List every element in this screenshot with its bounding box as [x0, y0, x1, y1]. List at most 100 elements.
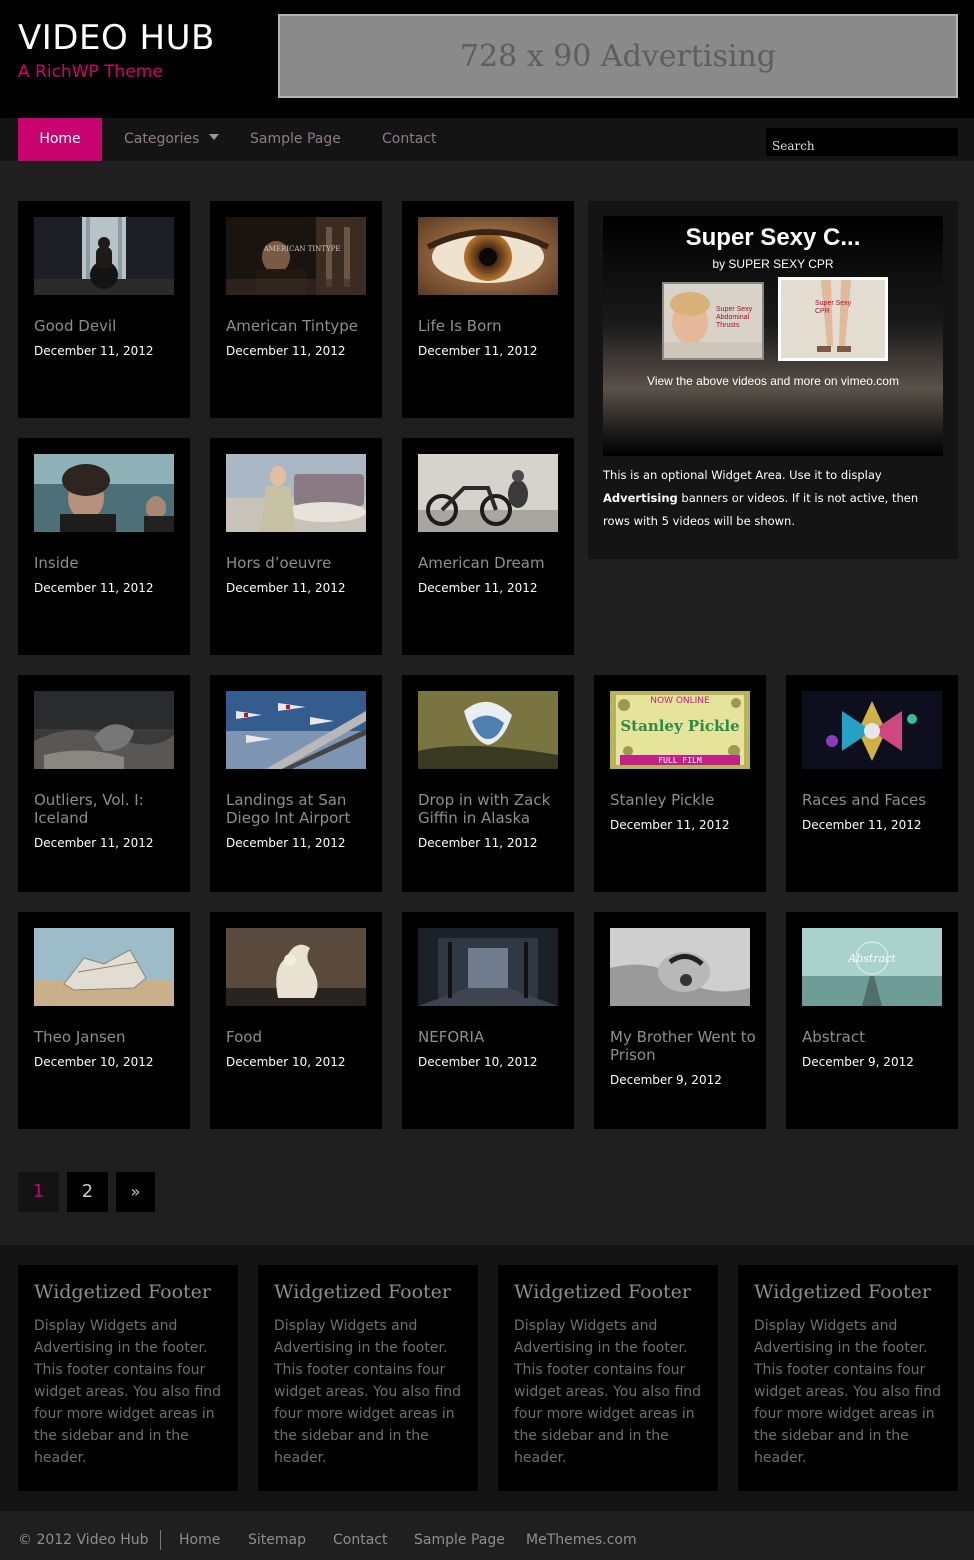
video-date: December 11, 2012: [418, 836, 538, 850]
video-thumbnail[interactable]: AMERICAN TINTYPE: [226, 217, 366, 295]
footer-widget: Widgetized Footer Display Widgets and Ad…: [738, 1265, 958, 1491]
divider: [160, 1530, 161, 1550]
video-thumbnail[interactable]: [34, 928, 174, 1006]
video-thumbnail[interactable]: Abstract: [802, 928, 942, 1006]
header-ad-banner[interactable]: 728 x 90 Advertising: [278, 14, 958, 98]
thumbnail-overlay-text: AMERICAN TINTYPE: [263, 245, 341, 253]
video-title[interactable]: Abstract: [802, 1028, 948, 1046]
video-thumbnail[interactable]: [226, 691, 366, 769]
video-title[interactable]: Stanley Pickle: [610, 791, 756, 809]
video-thumbnail[interactable]: NOW ONLINE Stanley Pickle FULL FILM: [610, 691, 750, 769]
widget-description: This is an optional Widget Area. Use it …: [603, 464, 948, 533]
video-title[interactable]: Drop in with Zack Giffin in Alaska: [418, 791, 564, 827]
video-title[interactable]: American Dream: [418, 554, 564, 572]
video-thumbnail[interactable]: [610, 928, 750, 1006]
video-thumbnail[interactable]: [226, 928, 366, 1006]
pagination-page-1[interactable]: 1: [18, 1172, 59, 1212]
video-thumbnail[interactable]: [226, 454, 366, 532]
video-date: December 10, 2012: [34, 1055, 154, 1069]
video-title[interactable]: Outliers, Vol. I: Iceland: [34, 791, 180, 827]
video-thumbnail[interactable]: [34, 454, 174, 532]
video-card[interactable]: Inside December 11, 2012: [18, 438, 190, 655]
site-tagline: A RichWP Theme: [18, 62, 163, 82]
video-card[interactable]: NOW ONLINE Stanley Pickle FULL FILM Stanle…: [594, 675, 766, 892]
video-date: December 11, 2012: [34, 344, 154, 358]
video-title[interactable]: Food: [226, 1028, 372, 1046]
video-date: December 9, 2012: [610, 1073, 722, 1087]
pagination-page-2[interactable]: 2: [67, 1172, 108, 1212]
video-title[interactable]: NEFORIA: [418, 1028, 564, 1046]
video-card[interactable]: Good Devil December 11, 2012: [18, 201, 190, 418]
video-card[interactable]: My Brother Went to Prison December 9, 20…: [594, 912, 766, 1129]
video-date: December 10, 2012: [226, 1055, 346, 1069]
vimeo-view-more-link[interactable]: View the above videos and more on vimeo.…: [603, 374, 943, 388]
video-card[interactable]: Abstract Abstract December 9, 2012: [786, 912, 958, 1129]
video-title[interactable]: American Tintype: [226, 317, 372, 335]
video-thumbnail[interactable]: [802, 691, 942, 769]
vimeo-thumbnail[interactable]: Super Sexy Abdominal Thrusts: [662, 282, 764, 360]
video-date: December 11, 2012: [226, 836, 346, 850]
nav-item-sample-page[interactable]: Sample Page: [250, 118, 341, 161]
video-date: December 11, 2012: [34, 581, 154, 595]
video-date: December 11, 2012: [610, 818, 730, 832]
video-title[interactable]: Landings at San Diego Int Airport: [226, 791, 372, 827]
video-thumbnail[interactable]: [418, 454, 558, 532]
video-card[interactable]: Outliers, Vol. I: Iceland December 11, 2…: [18, 675, 190, 892]
video-thumbnail[interactable]: [418, 217, 558, 295]
vimeo-byline[interactable]: by SUPER SEXY CPR: [603, 257, 943, 271]
video-date: December 11, 2012: [418, 344, 538, 358]
video-card[interactable]: Hors d’oeuvre December 11, 2012: [210, 438, 382, 655]
video-card[interactable]: Races and Faces December 11, 2012: [786, 675, 958, 892]
video-date: December 11, 2012: [802, 818, 922, 832]
footer-link-home[interactable]: Home: [179, 1532, 220, 1548]
vimeo-title[interactable]: Super Sexy C...: [603, 224, 943, 252]
nav-item-categories[interactable]: Categories: [124, 118, 220, 161]
video-card[interactable]: Drop in with Zack Giffin in Alaska Decem…: [402, 675, 574, 892]
site-title[interactable]: VIDEO HUB: [18, 18, 215, 58]
widget-text-bold: Advertising: [603, 491, 678, 505]
video-card[interactable]: Landings at San Diego Int Airport Decemb…: [210, 675, 382, 892]
footer-link-methemes[interactable]: MeThemes.com: [526, 1532, 637, 1548]
video-card[interactable]: AMERICAN TINTYPE American Tintype Decemb…: [210, 201, 382, 418]
video-card[interactable]: Food December 10, 2012: [210, 912, 382, 1129]
copyright-text: © 2012 Video Hub: [18, 1532, 149, 1548]
nav-item-contact[interactable]: Contact: [382, 118, 436, 161]
footer-link-sitemap[interactable]: Sitemap: [248, 1532, 306, 1548]
video-title[interactable]: Theo Jansen: [34, 1028, 180, 1046]
video-thumbnail[interactable]: [34, 691, 174, 769]
video-thumbnail[interactable]: [418, 691, 558, 769]
video-date: December 10, 2012: [418, 1055, 538, 1069]
footer-widget: Widgetized Footer Display Widgets and Ad…: [258, 1265, 478, 1491]
vimeo-thumbnail[interactable]: Super Sexy CPR: [778, 277, 888, 361]
video-title[interactable]: Inside: [34, 554, 180, 572]
footer-link-sample-page[interactable]: Sample Page: [414, 1532, 505, 1548]
footer-widget-body: Display Widgets and Advertising in the f…: [514, 1318, 702, 1466]
thumbnail-overlay-text: Stanley Pickle: [620, 717, 739, 735]
video-title[interactable]: Good Devil: [34, 317, 180, 335]
video-date: December 11, 2012: [418, 581, 538, 595]
video-card[interactable]: Theo Jansen December 10, 2012: [18, 912, 190, 1129]
pagination-next-button[interactable]: »: [116, 1172, 155, 1212]
video-date: December 11, 2012: [34, 836, 154, 850]
footer-widget-body: Display Widgets and Advertising in the f…: [274, 1318, 462, 1466]
footer-widget-title: Widgetized Footer: [514, 1281, 691, 1303]
video-title[interactable]: Life Is Born: [418, 317, 564, 335]
video-title[interactable]: Hors d’oeuvre: [226, 554, 372, 572]
footer-widget-title: Widgetized Footer: [754, 1281, 931, 1303]
video-card[interactable]: American Dream December 11, 2012: [402, 438, 574, 655]
vimeo-embed[interactable]: Super Sexy C... by SUPER SEXY CPR Super …: [603, 216, 943, 456]
site-header: VIDEO HUB A RichWP Theme 728 x 90 Advert…: [0, 0, 974, 118]
footer-widget: Widgetized Footer Display Widgets and Ad…: [498, 1265, 718, 1491]
video-card[interactable]: NEFORIA December 10, 2012: [402, 912, 574, 1129]
video-title[interactable]: Races and Faces: [802, 791, 948, 809]
video-thumbnail[interactable]: [34, 217, 174, 295]
footer-widget-title: Widgetized Footer: [274, 1281, 451, 1303]
thumbnail-overlay-text: NOW ONLINE: [650, 696, 710, 706]
nav-item-label: Categories: [124, 131, 200, 147]
video-card[interactable]: Life Is Born December 11, 2012: [402, 201, 574, 418]
video-thumbnail[interactable]: [418, 928, 558, 1006]
footer-link-contact[interactable]: Contact: [333, 1532, 387, 1548]
nav-item-home[interactable]: Home: [18, 118, 102, 161]
video-title[interactable]: My Brother Went to Prison: [610, 1028, 756, 1064]
search-input[interactable]: [766, 128, 958, 156]
